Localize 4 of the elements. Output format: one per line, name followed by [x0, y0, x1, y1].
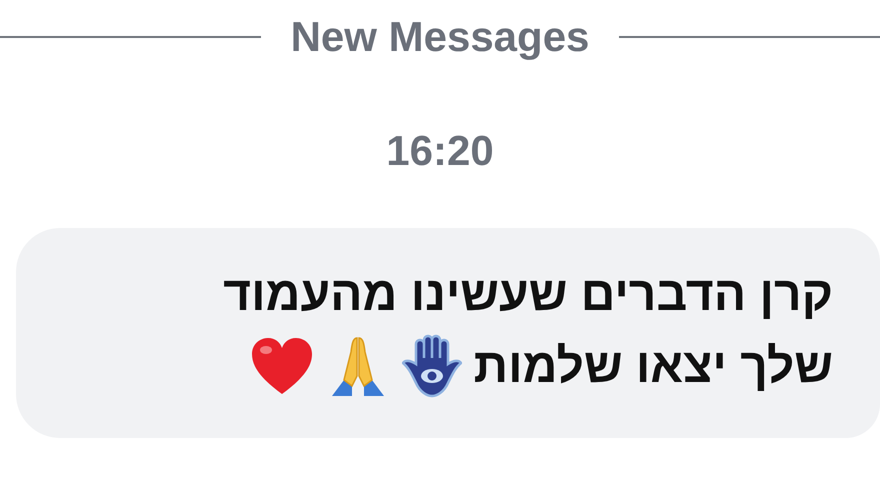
message-text: קרן הדברים שעשינו מהעמוד: [223, 266, 833, 322]
message-text: שלך יצאו שלמות: [474, 338, 833, 394]
message-time: 16:20: [385, 126, 495, 176]
new-messages-label: New Messages: [290, 13, 590, 61]
